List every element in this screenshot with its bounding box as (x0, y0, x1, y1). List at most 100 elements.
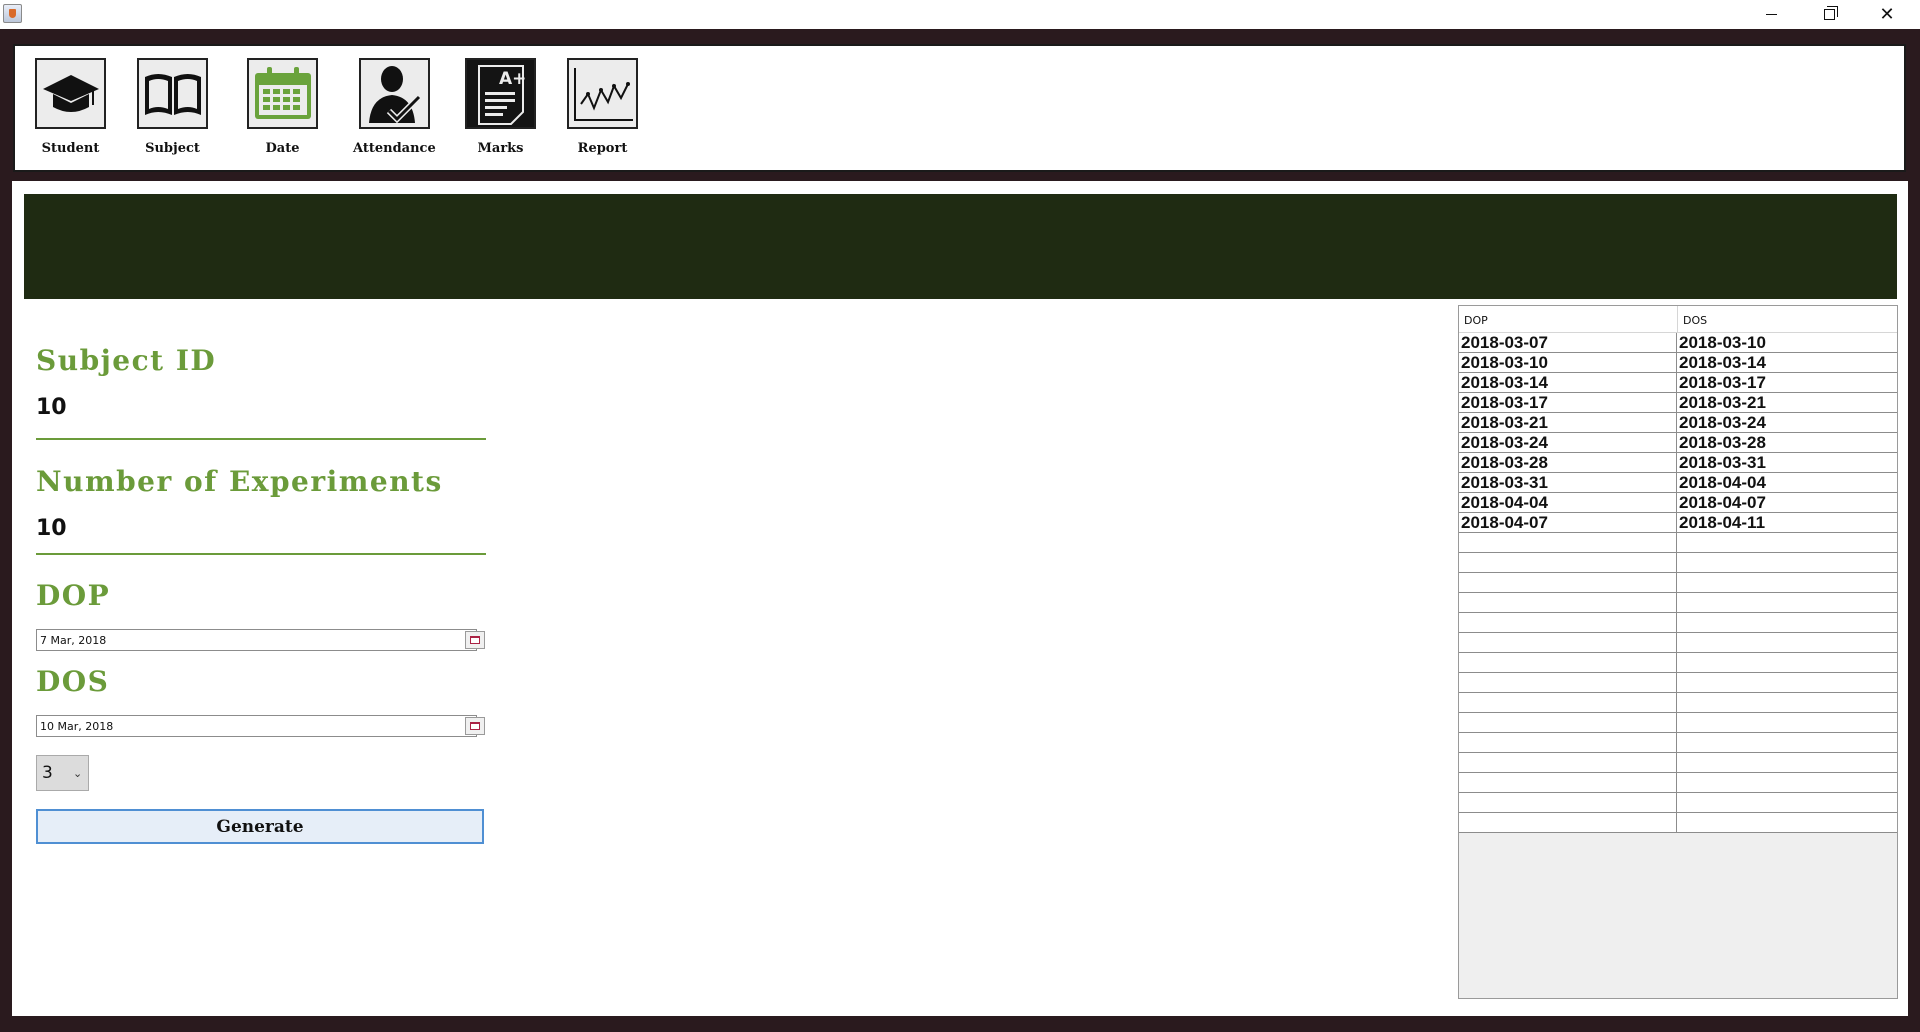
table-row[interactable] (1459, 753, 1897, 773)
date-tool[interactable]: Date (247, 58, 318, 156)
dos-cell[interactable]: 2018-04-11 (1677, 513, 1897, 532)
dop-cell[interactable] (1459, 793, 1677, 812)
table-row[interactable] (1459, 613, 1897, 633)
table-row[interactable]: 2018-03-07 2018-03-10 (1459, 333, 1897, 353)
dop-cell[interactable]: 2018-03-07 (1459, 333, 1677, 352)
dop-cell[interactable]: 2018-04-04 (1459, 493, 1677, 512)
dop-cell[interactable]: 2018-03-17 (1459, 393, 1677, 412)
calendar-icon[interactable] (247, 58, 318, 129)
subject-tool[interactable]: Subject (137, 58, 208, 156)
dos-cell[interactable] (1677, 813, 1897, 832)
table-row[interactable] (1459, 693, 1897, 713)
table-row[interactable]: 2018-03-17 2018-03-21 (1459, 393, 1897, 413)
column-header-dos[interactable]: DOS (1678, 306, 1897, 333)
dos-cell[interactable] (1677, 593, 1897, 612)
table-row[interactable] (1459, 593, 1897, 613)
table-row[interactable] (1459, 533, 1897, 553)
table-row[interactable]: 2018-03-10 2018-03-14 (1459, 353, 1897, 373)
column-header-dop[interactable]: DOP (1459, 306, 1678, 333)
table-row[interactable]: 2018-03-21 2018-03-24 (1459, 413, 1897, 433)
dos-cell[interactable] (1677, 713, 1897, 732)
dop-date-field[interactable]: 7 Mar, 2018 (36, 629, 477, 651)
attendance-tool[interactable]: Attendance (353, 58, 436, 156)
dop-cell[interactable] (1459, 673, 1677, 692)
dop-cell[interactable] (1459, 713, 1677, 732)
dos-cell[interactable] (1677, 533, 1897, 552)
dos-date-field[interactable]: 10 Mar, 2018 (36, 715, 477, 737)
report-tool[interactable]: Report (567, 58, 638, 156)
dos-cell[interactable]: 2018-03-10 (1677, 333, 1897, 352)
maximize-button[interactable] (1800, 0, 1858, 29)
dop-cell[interactable] (1459, 753, 1677, 772)
table-row[interactable]: 2018-03-24 2018-03-28 (1459, 433, 1897, 453)
dop-cell[interactable] (1459, 573, 1677, 592)
dop-cell[interactable]: 2018-03-28 (1459, 453, 1677, 472)
dos-cell[interactable]: 2018-04-04 (1677, 473, 1897, 492)
graduation-cap-icon[interactable] (35, 58, 106, 129)
dop-cell[interactable] (1459, 653, 1677, 672)
dop-cell[interactable] (1459, 533, 1677, 552)
dos-cell[interactable]: 2018-03-17 (1677, 373, 1897, 392)
dop-calendar-button[interactable] (465, 631, 485, 649)
table-row[interactable] (1459, 553, 1897, 573)
table-row[interactable] (1459, 773, 1897, 793)
dos-cell[interactable] (1677, 673, 1897, 692)
student-tool[interactable]: Student (35, 58, 106, 156)
dos-cell[interactable]: 2018-03-21 (1677, 393, 1897, 412)
subject-id-value[interactable]: 10 (36, 395, 67, 420)
marks-tool[interactable]: A+ Marks (465, 58, 536, 156)
dos-cell[interactable]: 2018-03-24 (1677, 413, 1897, 432)
dop-cell[interactable]: 2018-03-14 (1459, 373, 1677, 392)
dos-cell[interactable] (1677, 793, 1897, 812)
interval-dropdown[interactable]: 3 ⌄ (36, 755, 89, 791)
dop-cell[interactable] (1459, 553, 1677, 572)
person-check-icon[interactable] (358, 58, 430, 129)
table-row[interactable] (1459, 713, 1897, 733)
minimize-button[interactable] (1742, 0, 1800, 29)
marks-sheet-icon[interactable]: A+ (465, 58, 536, 129)
dos-cell[interactable] (1677, 773, 1897, 792)
dos-cell[interactable] (1677, 553, 1897, 572)
dos-cell[interactable] (1677, 693, 1897, 712)
dos-cell[interactable]: 2018-03-28 (1677, 433, 1897, 452)
table-row[interactable] (1459, 733, 1897, 753)
table-row[interactable]: 2018-04-07 2018-04-11 (1459, 513, 1897, 533)
experiments-value[interactable]: 10 (36, 516, 67, 541)
dop-cell[interactable] (1459, 773, 1677, 792)
table-row[interactable] (1459, 633, 1897, 653)
dop-cell[interactable]: 2018-03-31 (1459, 473, 1677, 492)
table-row[interactable] (1459, 653, 1897, 673)
dop-cell[interactable]: 2018-04-07 (1459, 513, 1677, 532)
table-row[interactable] (1459, 573, 1897, 593)
dop-cell[interactable]: 2018-03-24 (1459, 433, 1677, 452)
schedule-table-panel[interactable]: DOP DOS 2018-03-07 2018-03-10 2018-03-10 20… (1458, 305, 1898, 999)
dop-cell[interactable]: 2018-03-10 (1459, 353, 1677, 372)
dos-cell[interactable] (1677, 733, 1897, 752)
close-button[interactable]: ✕ (1858, 0, 1916, 29)
dop-cell[interactable] (1459, 633, 1677, 652)
dos-cell[interactable]: 2018-03-14 (1677, 353, 1897, 372)
table-row[interactable] (1459, 793, 1897, 813)
dop-cell[interactable]: 2018-03-21 (1459, 413, 1677, 432)
dop-cell[interactable] (1459, 613, 1677, 632)
dop-cell[interactable] (1459, 593, 1677, 612)
generate-button[interactable]: Generate (36, 809, 484, 844)
table-row[interactable]: 2018-03-31 2018-04-04 (1459, 473, 1897, 493)
dos-cell[interactable] (1677, 633, 1897, 652)
dos-cell[interactable] (1677, 653, 1897, 672)
line-chart-icon[interactable] (567, 58, 638, 129)
table-row[interactable]: 2018-04-04 2018-04-07 (1459, 493, 1897, 513)
table-row[interactable] (1459, 813, 1897, 833)
dos-cell[interactable] (1677, 753, 1897, 772)
table-row[interactable]: 2018-03-14 2018-03-17 (1459, 373, 1897, 393)
dos-cell[interactable] (1677, 613, 1897, 632)
dos-cell[interactable]: 2018-03-31 (1677, 453, 1897, 472)
book-icon[interactable] (137, 58, 208, 129)
dop-cell[interactable] (1459, 733, 1677, 752)
dos-cell[interactable]: 2018-04-07 (1677, 493, 1897, 512)
dos-calendar-button[interactable] (465, 717, 485, 735)
dos-cell[interactable] (1677, 573, 1897, 592)
table-row[interactable] (1459, 673, 1897, 693)
dop-cell[interactable] (1459, 813, 1677, 832)
dop-cell[interactable] (1459, 693, 1677, 712)
